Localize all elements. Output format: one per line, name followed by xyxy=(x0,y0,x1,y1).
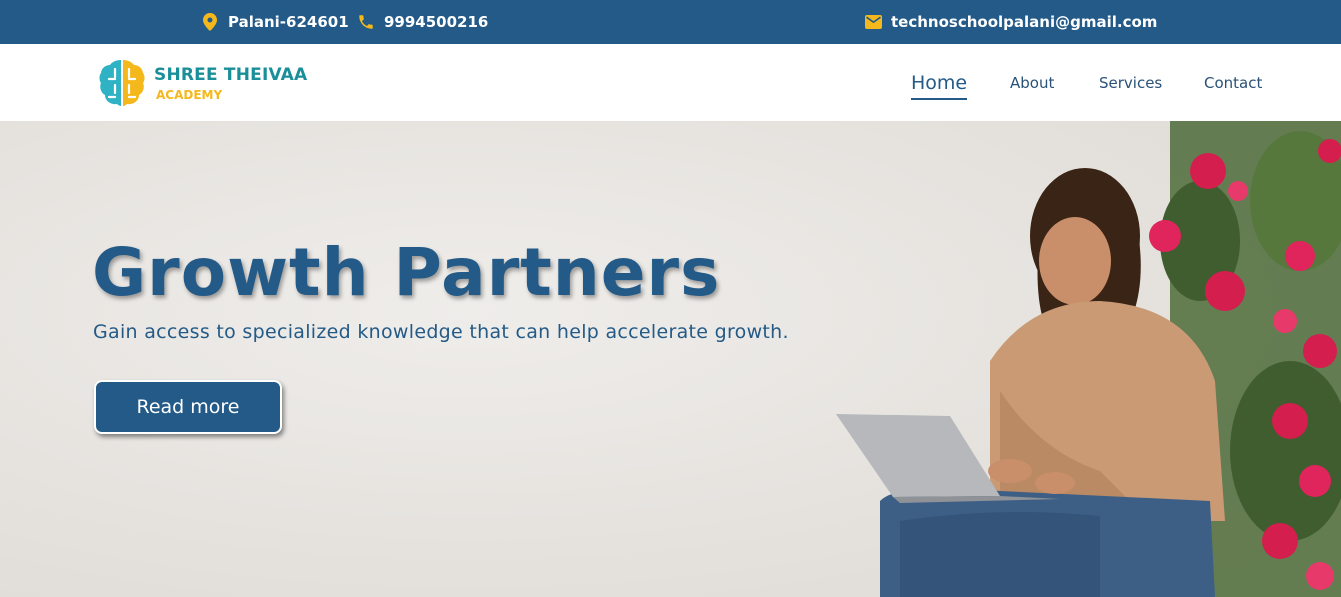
nav-about-link[interactable]: About xyxy=(1010,44,1054,121)
brand-name: SHREE THEIVAA xyxy=(154,64,308,85)
hero-subtitle: Gain access to specialized knowledge tha… xyxy=(93,321,789,343)
site-header: SHREE THEIVAA ACADEMY Home About Service… xyxy=(0,44,1341,121)
phone-icon xyxy=(357,13,375,31)
brain-logo-icon xyxy=(98,57,146,109)
phone-info[interactable]: 9994500216 xyxy=(357,0,488,44)
email-text[interactable]: technoschoolpalani@gmail.com xyxy=(891,13,1157,31)
nav-services-link[interactable]: Services xyxy=(1099,44,1162,121)
read-more-button[interactable]: Read more xyxy=(94,380,282,434)
phone-text[interactable]: 9994500216 xyxy=(384,13,488,31)
email-info[interactable]: technoschoolpalani@gmail.com xyxy=(864,0,1157,44)
map-pin-icon xyxy=(201,13,219,31)
brand-logo[interactable]: SHREE THEIVAA ACADEMY xyxy=(98,57,308,109)
hero-section: Growth Partners Gain access to specializ… xyxy=(0,121,1341,597)
nav-contact-link[interactable]: Contact xyxy=(1204,44,1262,121)
brand-tagline: ACADEMY xyxy=(156,87,223,102)
mail-icon xyxy=(864,13,882,31)
nav-home-link[interactable]: Home xyxy=(911,44,968,121)
hero-background-image xyxy=(0,121,1341,597)
location-info: Palani-624601 xyxy=(201,0,349,44)
top-info-bar: Palani-624601 9994500216 technoschoolpal… xyxy=(0,0,1341,44)
hero-title: Growth Partners xyxy=(92,234,721,311)
location-text: Palani-624601 xyxy=(228,13,349,31)
brand-text: SHREE THEIVAA ACADEMY xyxy=(154,65,307,102)
